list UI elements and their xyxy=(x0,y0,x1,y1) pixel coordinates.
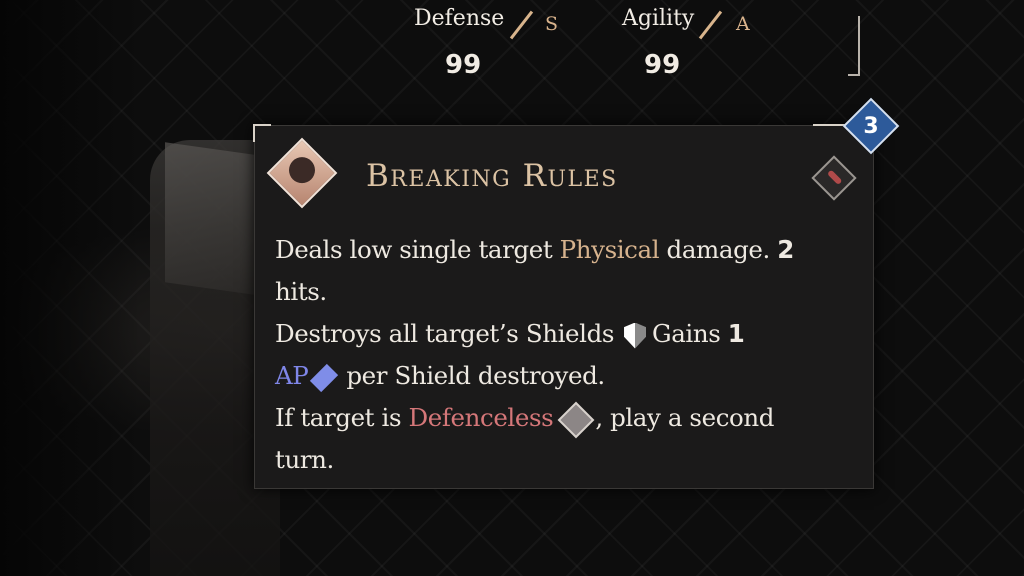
skill-tooltip: Breaking Rules Deals low single target P… xyxy=(253,124,875,489)
description-line: turn. xyxy=(275,439,855,481)
defense-value: 99 xyxy=(445,50,482,80)
description-line: hits. xyxy=(275,271,855,313)
breaking-rules-skill-icon xyxy=(266,137,338,209)
stats-panel-corner xyxy=(848,16,860,76)
description-text: turn. xyxy=(275,445,334,474)
description-line: Deals low single target Physical damage.… xyxy=(275,229,855,271)
agility-label: Agility xyxy=(622,6,695,31)
description-text: , play a second xyxy=(595,403,775,432)
defense-rank: S xyxy=(545,13,559,35)
ap-cost-value: 3 xyxy=(863,113,879,139)
skill-icon-emblem xyxy=(283,151,321,189)
ap-keyword: AP xyxy=(275,361,309,390)
agility-rank-slash-icon xyxy=(698,10,723,40)
agility-value: 99 xyxy=(644,50,681,80)
type-icon-emblem xyxy=(826,169,843,186)
description-text: per Shield destroyed. xyxy=(346,361,605,390)
ap-diamond-icon xyxy=(310,363,339,392)
description-text: Deals low single target xyxy=(275,235,560,264)
agility-rank: A xyxy=(736,13,750,35)
skill-title: Breaking Rules xyxy=(366,158,618,194)
description-line: If target is Defenceless , play a second xyxy=(275,397,855,439)
description-line: Destroys all target’s Shields Gains 1 xyxy=(275,313,855,355)
hit-count: 2 xyxy=(777,235,794,264)
physical-type-icon xyxy=(811,155,857,201)
defense-label: Defense xyxy=(414,6,505,31)
defenceless-icon xyxy=(557,401,595,438)
description-text: If target is xyxy=(275,403,409,432)
ap-gain-count: 1 xyxy=(727,319,745,348)
background-shade xyxy=(0,0,140,576)
defense-rank-slash-icon xyxy=(509,10,534,40)
panel-corner-ornament xyxy=(253,124,271,142)
defenceless-keyword: Defenceless xyxy=(408,403,554,432)
description-text: Destroys all target’s Shields xyxy=(275,319,615,348)
defense-stat: Defense S 99 xyxy=(414,6,574,86)
description-line: AP per Shield destroyed. xyxy=(275,355,855,397)
description-text: damage. xyxy=(659,235,778,264)
physical-keyword: Physical xyxy=(559,235,660,264)
agility-stat: Agility A 99 xyxy=(622,6,782,86)
skill-description: Deals low single target Physical damage.… xyxy=(275,229,855,481)
description-text: Gains xyxy=(652,319,728,348)
description-text: hits. xyxy=(275,277,327,306)
shield-icon xyxy=(624,322,647,349)
